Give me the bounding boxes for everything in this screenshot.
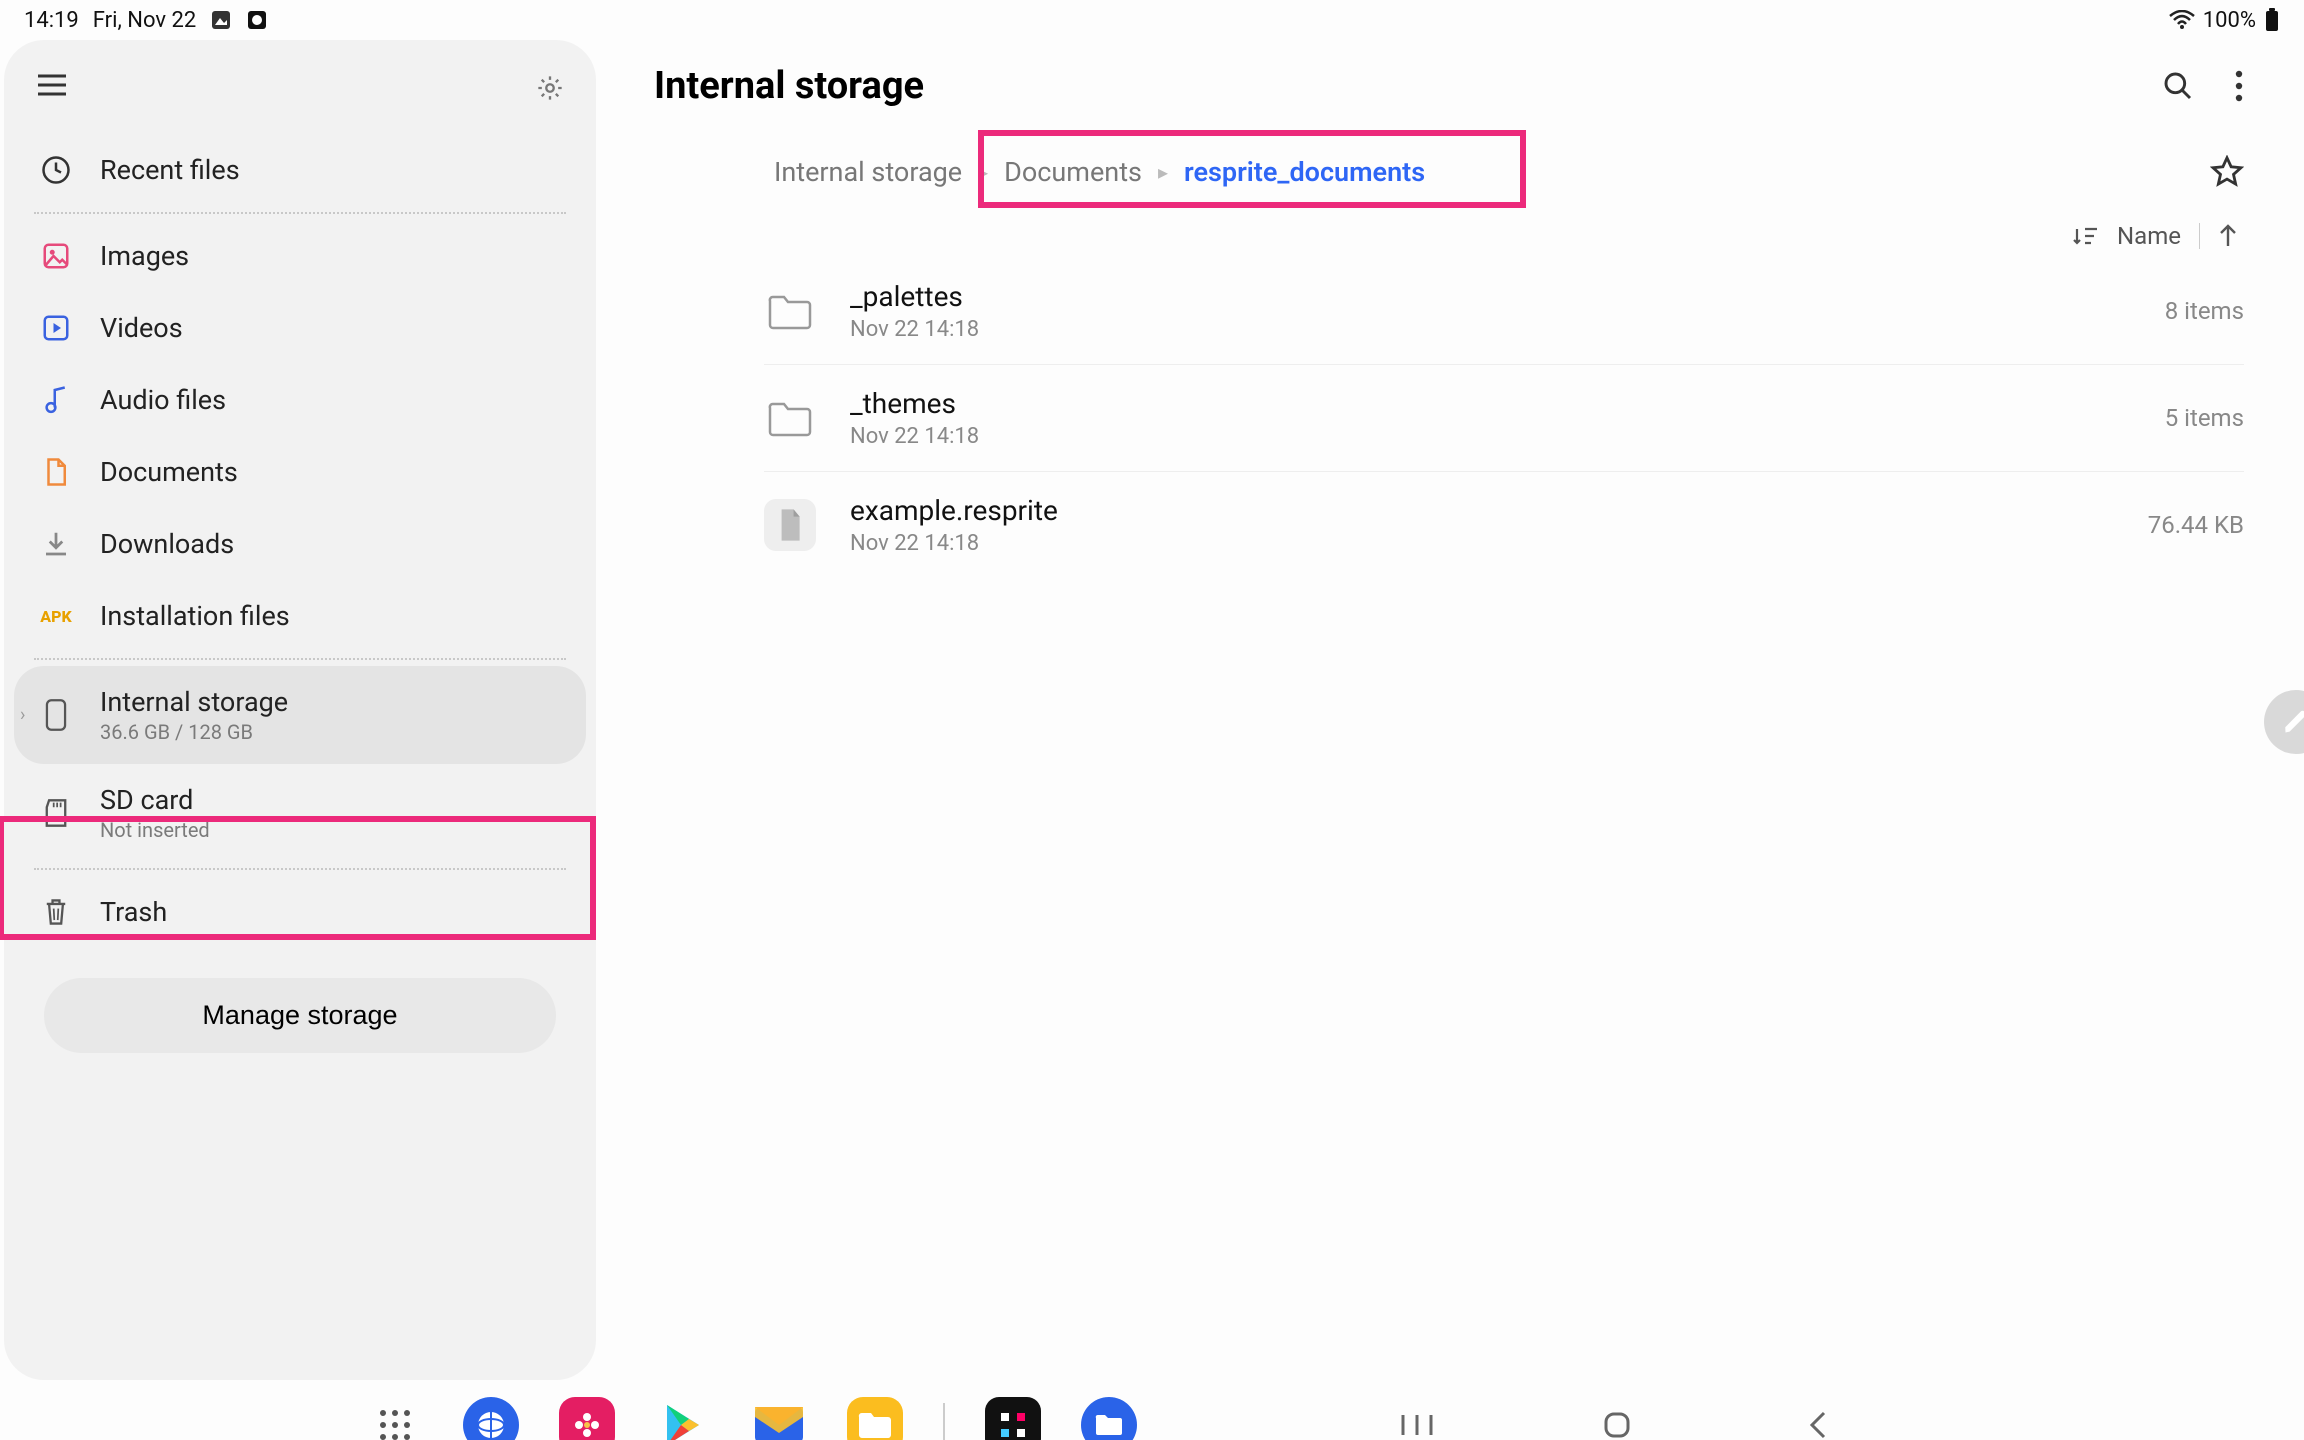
file-date: Nov 22 14:18 bbox=[850, 424, 2165, 449]
file-name: example.resprite bbox=[850, 494, 2148, 527]
download-icon bbox=[40, 528, 72, 560]
clock-icon bbox=[40, 154, 72, 186]
breadcrumb: Internal storage ▸ Documents ▸ resprite_… bbox=[654, 150, 2244, 194]
file-meta: 8 items bbox=[2165, 297, 2244, 325]
sidebar-item-documents[interactable]: Documents bbox=[14, 436, 586, 508]
chevron-right-icon: ▸ bbox=[972, 160, 994, 184]
search-icon[interactable] bbox=[2162, 70, 2194, 102]
file-date: Nov 22 14:18 bbox=[850, 317, 2165, 342]
mail-app-icon[interactable] bbox=[751, 1397, 807, 1440]
file-name: _themes bbox=[850, 387, 2165, 420]
folder-icon bbox=[764, 285, 816, 337]
status-time: 14:19 bbox=[24, 8, 79, 33]
pixel-app-icon[interactable] bbox=[985, 1397, 1041, 1440]
divider bbox=[34, 658, 566, 660]
sidebar: Recent files Images Videos Audio files bbox=[4, 40, 596, 1380]
sidebar-sub-internal: 36.6 GB / 128 GB bbox=[100, 720, 288, 744]
app-drawer-icon[interactable] bbox=[367, 1397, 423, 1440]
sidebar-label-images: Images bbox=[100, 240, 189, 272]
gallery-app-icon[interactable] bbox=[559, 1397, 615, 1440]
sidebar-label-internal: Internal storage bbox=[100, 686, 288, 718]
sidebar-label-sd: SD card bbox=[100, 784, 210, 816]
folder-icon bbox=[764, 392, 816, 444]
sidebar-item-trash[interactable]: Trash bbox=[14, 876, 586, 948]
nav-recent-icon[interactable] bbox=[1397, 1411, 1437, 1439]
image-icon bbox=[40, 240, 72, 272]
sidebar-item-images[interactable]: Images bbox=[14, 220, 586, 292]
sort-direction-icon[interactable] bbox=[2218, 224, 2238, 248]
divider bbox=[2199, 223, 2200, 249]
phone-storage-icon bbox=[40, 699, 72, 731]
sidebar-item-internal-storage[interactable]: › Internal storage 36.6 GB / 128 GB bbox=[14, 666, 586, 764]
more-icon[interactable] bbox=[2234, 70, 2244, 102]
settings-icon[interactable] bbox=[536, 74, 566, 104]
menu-icon[interactable] bbox=[38, 74, 68, 104]
main-panel: Internal storage Internal storage ▸ Docu… bbox=[596, 40, 2304, 1380]
video-icon bbox=[40, 312, 72, 344]
sidebar-label-trash: Trash bbox=[100, 896, 167, 928]
sidebar-item-downloads[interactable]: Downloads bbox=[14, 508, 586, 580]
sort-label[interactable]: Name bbox=[2117, 222, 2181, 250]
nav-home-icon[interactable] bbox=[1597, 1410, 1637, 1440]
nav-back-icon[interactable] bbox=[1797, 1410, 1837, 1440]
file-date: Nov 22 14:18 bbox=[850, 531, 2148, 556]
file-list: _palettes Nov 22 14:18 8 items _themes N… bbox=[654, 258, 2244, 578]
files-app-icon[interactable] bbox=[1081, 1397, 1137, 1440]
file-row-file[interactable]: example.resprite Nov 22 14:18 76.44 KB bbox=[764, 472, 2244, 578]
sidebar-label-documents: Documents bbox=[100, 456, 238, 488]
file-row-folder[interactable]: _themes Nov 22 14:18 5 items bbox=[764, 365, 2244, 472]
browser-app-icon[interactable] bbox=[463, 1397, 519, 1440]
sd-card-icon bbox=[40, 797, 72, 829]
divider bbox=[34, 868, 566, 870]
sidebar-item-installation[interactable]: APK Installation files bbox=[14, 580, 586, 652]
file-name: _palettes bbox=[850, 280, 2165, 313]
trash-icon bbox=[40, 896, 72, 928]
breadcrumb-item-0[interactable]: Internal storage bbox=[764, 150, 972, 194]
sidebar-label-audio: Audio files bbox=[100, 384, 226, 416]
file-row-folder[interactable]: _palettes Nov 22 14:18 8 items bbox=[764, 258, 2244, 365]
breadcrumb-item-1[interactable]: Documents bbox=[994, 150, 1152, 194]
battery-icon bbox=[2264, 8, 2280, 32]
wifi-icon bbox=[2169, 10, 2195, 30]
breadcrumb-item-2[interactable]: resprite_documents bbox=[1174, 150, 1435, 194]
audio-icon bbox=[40, 384, 72, 416]
sidebar-label-downloads: Downloads bbox=[100, 528, 234, 560]
chevron-right-icon: ▸ bbox=[1152, 160, 1174, 184]
document-icon bbox=[40, 456, 72, 488]
page-title: Internal storage bbox=[654, 64, 924, 108]
sidebar-item-recent[interactable]: Recent files bbox=[14, 134, 586, 206]
chevron-right-icon: › bbox=[20, 705, 25, 726]
apk-icon: APK bbox=[40, 600, 72, 632]
sidebar-sub-sd: Not inserted bbox=[100, 818, 210, 842]
file-meta: 76.44 KB bbox=[2148, 511, 2244, 539]
divider bbox=[34, 212, 566, 214]
status-date: Fri, Nov 22 bbox=[93, 8, 196, 33]
picture-indicator-icon bbox=[210, 9, 232, 31]
status-bar: 14:19 Fri, Nov 22 100% bbox=[0, 0, 2304, 40]
play-store-icon[interactable] bbox=[655, 1397, 711, 1440]
sort-controls: Name bbox=[654, 222, 2244, 250]
manage-storage-button[interactable]: Manage storage bbox=[44, 978, 556, 1053]
edit-fab[interactable] bbox=[2264, 690, 2304, 754]
favorite-icon[interactable] bbox=[2210, 155, 2244, 189]
sidebar-label-videos: Videos bbox=[100, 312, 183, 344]
dock-separator bbox=[943, 1403, 945, 1440]
sort-icon[interactable] bbox=[2073, 225, 2099, 247]
my-files-app-icon[interactable] bbox=[847, 1397, 903, 1440]
sidebar-item-videos[interactable]: Videos bbox=[14, 292, 586, 364]
file-icon bbox=[764, 499, 816, 551]
app-indicator-icon bbox=[246, 9, 268, 31]
battery-percent: 100% bbox=[2203, 8, 2256, 33]
file-meta: 5 items bbox=[2165, 404, 2244, 432]
sidebar-label-installation: Installation files bbox=[100, 600, 290, 632]
sidebar-label-recent: Recent files bbox=[100, 154, 240, 186]
sidebar-item-audio[interactable]: Audio files bbox=[14, 364, 586, 436]
dock bbox=[0, 1380, 2304, 1440]
sidebar-item-sd-card[interactable]: SD card Not inserted bbox=[14, 764, 586, 862]
